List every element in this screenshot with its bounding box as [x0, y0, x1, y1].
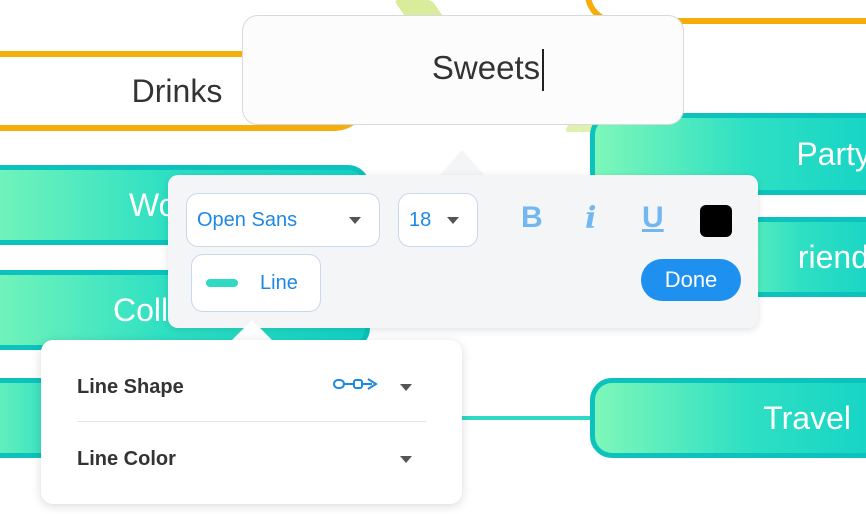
node-text-input[interactable]: Sweets: [382, 48, 545, 92]
italic-button[interactable]: i: [585, 201, 596, 236]
font-family-value: Open Sans: [197, 208, 298, 231]
divider: [77, 421, 426, 422]
underline-button[interactable]: U: [642, 201, 664, 235]
line-options-popup: Line Shape Line Color: [41, 340, 462, 504]
node-label: Drinks: [131, 72, 223, 109]
text-color-button[interactable]: [700, 205, 732, 237]
chevron-down-icon: [447, 217, 459, 224]
line-shape-label: Line Shape: [77, 375, 184, 398]
node-travel[interactable]: Travel: [590, 378, 866, 458]
line-style-button[interactable]: Line: [191, 254, 321, 312]
done-button[interactable]: Done: [641, 259, 741, 301]
branch-connector: [440, 416, 610, 420]
format-toolbar: Open Sans 18 B i U Line Done: [168, 175, 758, 328]
editor-text: Sweets: [431, 48, 541, 86]
line-swatch-icon: [206, 279, 238, 287]
line-shape-icon: [333, 378, 378, 390]
node-label: Travel: [763, 399, 851, 436]
text-caret: [542, 49, 545, 92]
line-shape-row[interactable]: Line Shape: [77, 352, 426, 422]
line-color-row[interactable]: Line Color: [77, 424, 426, 494]
font-size-value: 18: [409, 208, 432, 231]
mind-map-canvas[interactable]: Drinks Party riends Travel Wo Colle Swee…: [0, 0, 866, 514]
font-size-select[interactable]: 18: [398, 193, 478, 247]
line-button-label: Line: [260, 271, 298, 294]
node-label: Party: [796, 135, 866, 172]
chevron-down-icon: [349, 217, 361, 224]
bold-button[interactable]: B: [521, 201, 543, 235]
node-label: riends: [797, 238, 866, 275]
popup-pointer: [230, 320, 274, 342]
node-text-editor[interactable]: Sweets: [242, 15, 684, 125]
toolbar-pointer: [440, 150, 484, 175]
line-color-label: Line Color: [77, 447, 176, 470]
chevron-down-icon: [400, 384, 412, 391]
chevron-down-icon: [400, 456, 412, 463]
font-family-select[interactable]: Open Sans: [186, 193, 380, 247]
